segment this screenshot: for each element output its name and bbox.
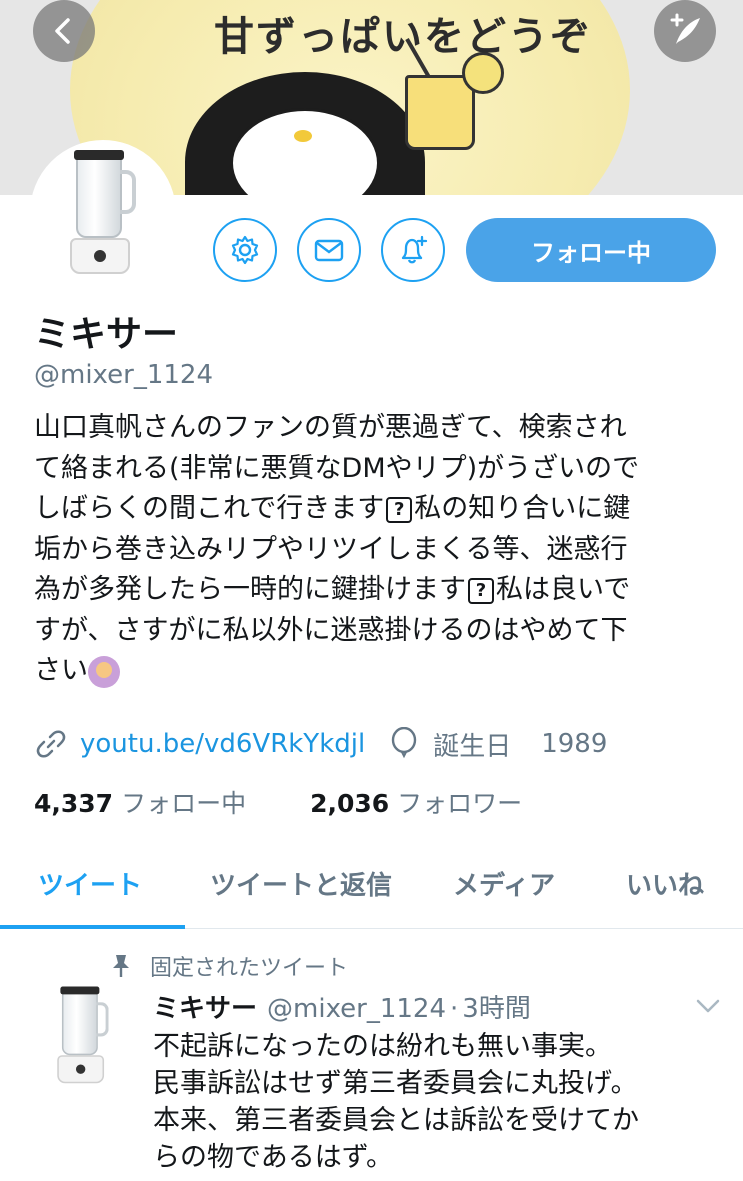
birthday-label: 誕生日 [433,731,512,762]
link-icon [36,730,66,758]
pinned-label: 固定されたツイート [150,956,349,981]
tweet-author-handle: @mixer_1124 [267,994,447,1024]
balloon-icon [392,727,417,759]
bio-line: 垢から巻き込みリプやリツイしまくる等、迷惑行 [34,533,628,565]
follow-counts: 4,337 フォロー中 2,036 フォロワー [34,784,586,820]
bell-plus-icon [401,235,428,264]
following-count-link[interactable]: 4,337 フォロー中 [34,784,246,820]
unknown-emoji-icon: ? [468,577,494,604]
following-count: 4,337 [34,789,114,818]
profile-meta: youtu.be/vd6VRkYkdjl 誕生日 1989 [34,724,607,764]
chevron-left-icon [55,18,70,44]
compose-tweet-button[interactable] [654,0,716,62]
banner-text: 甘ずっぱいをどうぞ [214,14,592,60]
tweet-line: 不起訴になったのは紛れも無い事実。 [153,1031,612,1062]
bio-line: て絡まれる(非常に悪質なDMやリプ)がうざいので [34,452,640,484]
profile-avatar[interactable] [30,140,176,286]
tab-likes[interactable]: いいね [626,865,704,902]
tweet-text: 不起訴になったのは紛れも無い事実。 民事訴訟はせず第三者委員会に丸投げ。 本来、… [153,1028,713,1176]
profile-url-link[interactable]: youtu.be/vd6VRkYkdjl [80,729,365,759]
followers-count-link[interactable]: 2,036 フォロワー [310,784,522,820]
blender-image [68,148,138,278]
tweet-header: ミキサー @mixer_1124 · 3時間 [153,988,531,1025]
tab-tweets-and-replies[interactable]: ツイートと返信 [210,865,392,902]
followers-label: フォロワー [397,789,523,818]
bio-line: しばらくの間これで行きます? 私の知り合いに鍵 [34,493,631,524]
notifications-button[interactable] [381,218,445,282]
feather-plus-icon [670,13,700,44]
tweet-author-name[interactable]: ミキサー [153,988,257,1025]
blender-image [55,985,110,1086]
following-label: フォロー中 [121,789,247,818]
juice-glass [405,75,475,150]
tweet-line: 民事訴訟はせず第三者委員会に丸投げ。 [153,1068,638,1099]
pin-icon [113,955,129,977]
bio-line: 為が多発したら一時的に鍵掛けます? 私は良いで [34,574,631,605]
following-button[interactable]: フォロー中 [466,218,716,282]
direct-message-button[interactable] [297,218,361,282]
penguin-beak [294,130,312,142]
profile-name: ミキサー [34,314,179,355]
envelope-icon [314,239,344,262]
bio-line: さい [34,651,714,692]
chevron-down-icon[interactable] [694,996,722,1016]
gear-icon [231,235,259,265]
birthday-value: 1989 [541,729,608,759]
tweet-separator: · [450,994,459,1024]
tweet-line: らの物であるはず。 [153,1142,394,1173]
followers-count: 2,036 [310,789,390,818]
back-button[interactable] [33,0,95,62]
profile-tabs: ツイート ツイートと返信 メディア いいね [0,845,743,929]
profile-bio: 山口真帆さんのファンの質が悪過ぎて、検索され て絡まれる(非常に悪質なDMやリプ… [34,408,714,692]
unknown-emoji-icon: ? [386,496,413,523]
tab-tweets[interactable]: ツイート [38,865,142,902]
active-tab-indicator [0,925,185,929]
tweet-line: 本来、第三者委員会とは訴訟を受けてか [153,1105,639,1136]
settings-button[interactable] [213,218,277,282]
bio-line: 山口真帆さんのファンの質が悪過ぎて、検索され [34,412,627,443]
profile-handle: @mixer_1124 [34,360,213,390]
pinned-indicator: 固定されたツイート [110,950,348,982]
person-gesturing-ok-emoji-icon [88,655,120,688]
tab-media[interactable]: メディア [453,865,555,902]
bio-line: すが、さすがに私以外に迷惑掛けるのはやめて下 [34,614,628,646]
tweet-avatar[interactable] [40,985,125,1095]
tweet-timestamp: 3時間 [462,994,531,1024]
